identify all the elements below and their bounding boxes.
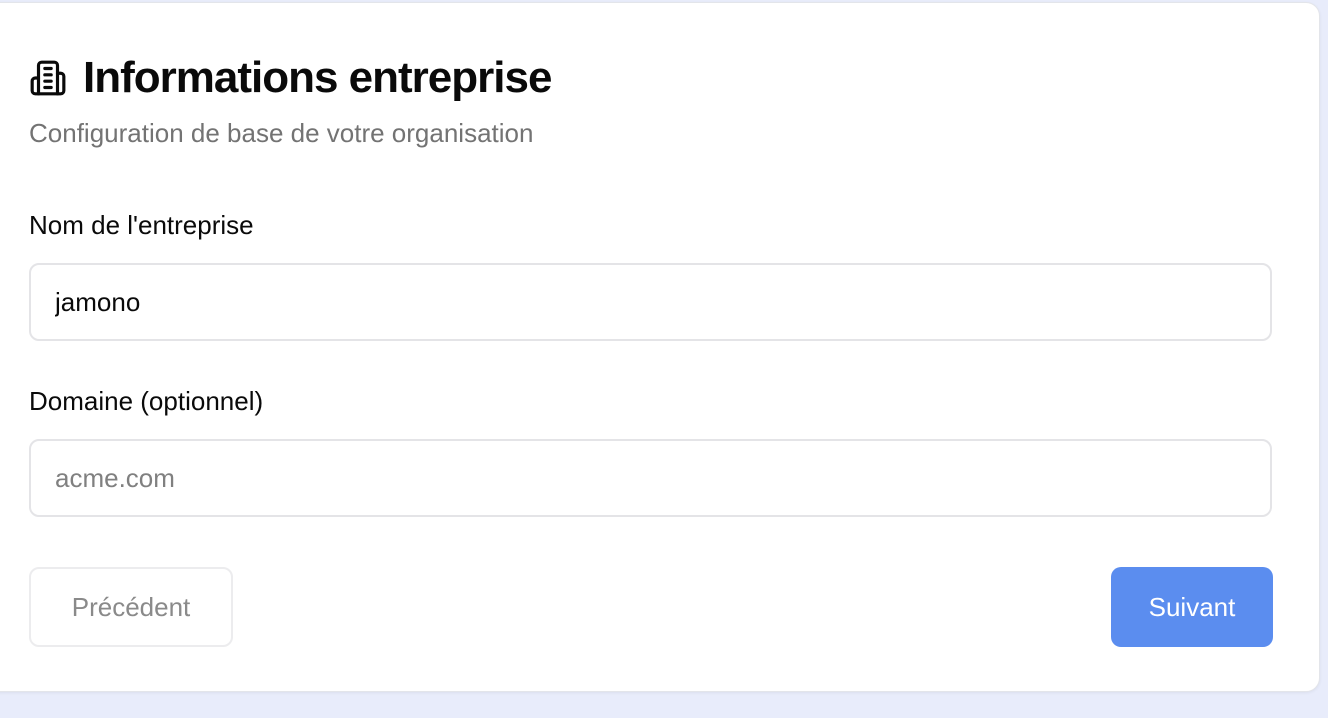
previous-button[interactable]: Précédent bbox=[29, 567, 233, 647]
page-subtitle: Configuration de base de votre organisat… bbox=[29, 118, 534, 148]
company-info-card: Informations entreprise Configuration de… bbox=[0, 2, 1320, 692]
next-button[interactable]: Suivant bbox=[1111, 567, 1273, 647]
domain-input[interactable] bbox=[29, 439, 1272, 517]
domain-label: Domaine (optionnel) bbox=[29, 386, 264, 416]
page-title: Informations entreprise bbox=[83, 53, 552, 102]
company-name-label: Nom de l'entreprise bbox=[29, 210, 254, 240]
card-header: Informations entreprise bbox=[29, 51, 552, 105]
company-name-input[interactable] bbox=[29, 263, 1272, 341]
building-icon bbox=[29, 59, 67, 97]
